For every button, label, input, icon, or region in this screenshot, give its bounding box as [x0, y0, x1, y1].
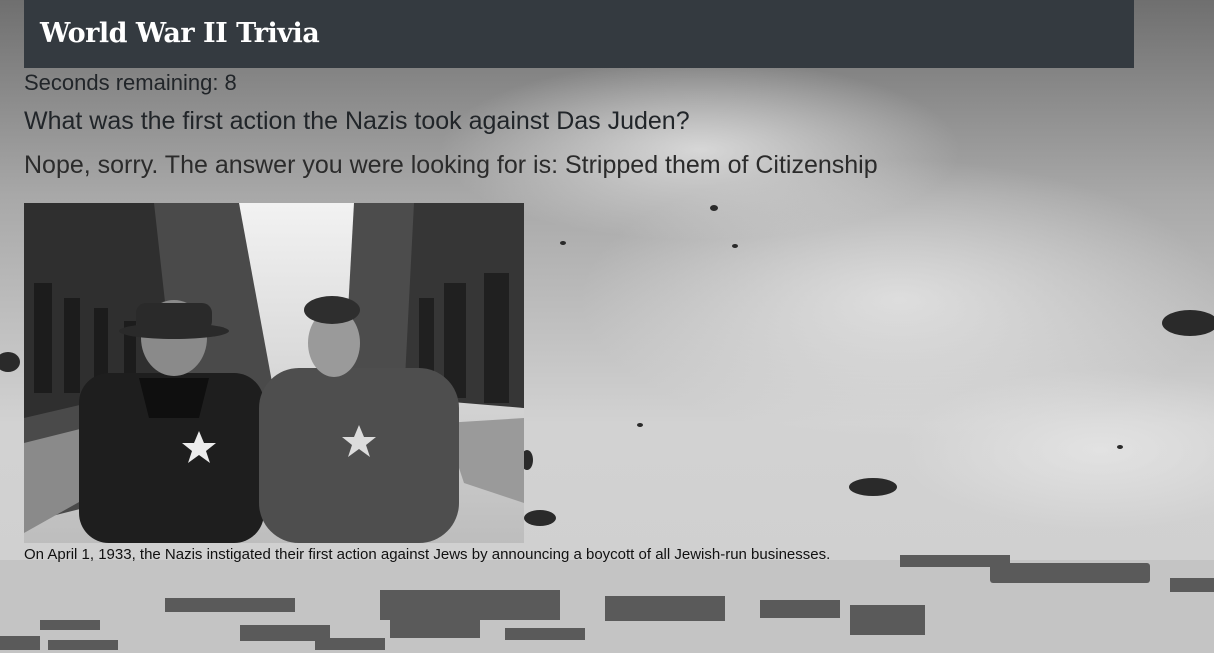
- countdown-timer: Seconds remaining: 8: [24, 70, 237, 95]
- answer-feedback: Nope, sorry. The answer you were looking…: [24, 151, 878, 179]
- question-text: What was the first action the Nazis took…: [24, 107, 690, 135]
- photo-caption: On April 1, 1933, the Nazis instigated t…: [24, 546, 831, 563]
- app-title: World War II Trivia: [40, 18, 320, 49]
- answer-photo: [24, 203, 524, 543]
- app-header: World War II Trivia: [24, 0, 1134, 68]
